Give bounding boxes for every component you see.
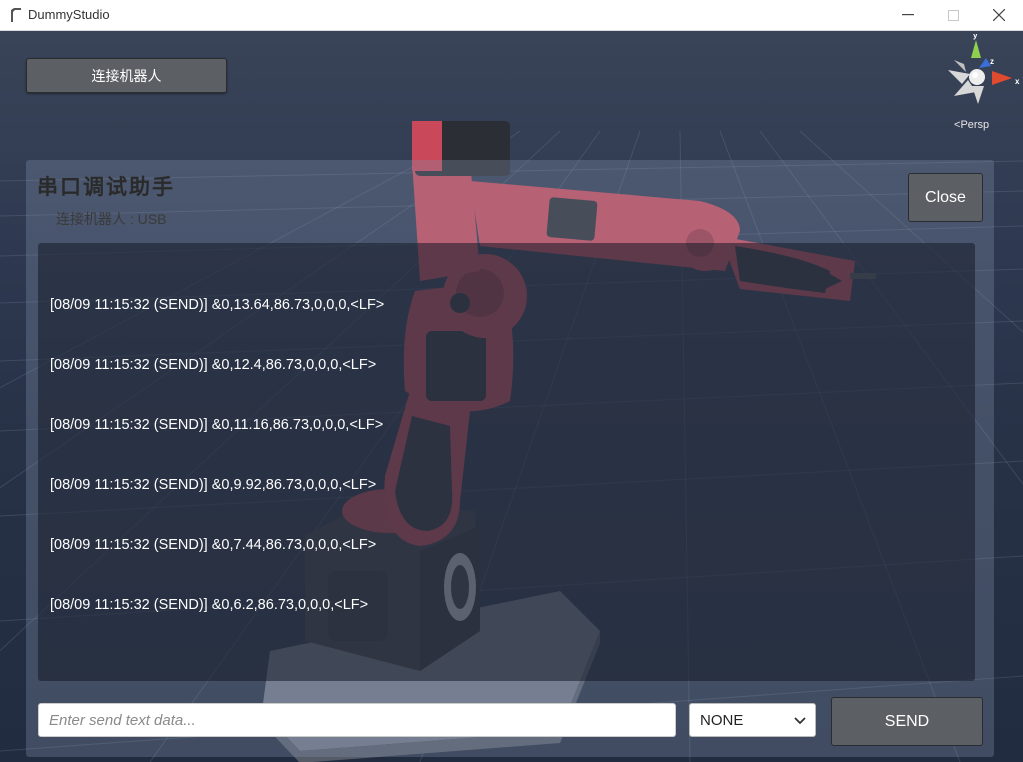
close-window-button[interactable] xyxy=(976,0,1022,30)
close-button[interactable]: Close xyxy=(908,173,983,222)
log-line: [08/09 11:15:32 (SEND)] &0,6.2,86.73,0,0… xyxy=(50,597,369,613)
chevron-down-icon xyxy=(794,717,806,725)
dropdown-selected-value: NONE xyxy=(700,712,744,729)
send-button[interactable]: SEND xyxy=(831,697,983,746)
log-line: [08/09 11:15:32 (SEND)] &0,13.64,86.73,0… xyxy=(50,297,385,313)
send-text-input[interactable] xyxy=(38,703,676,737)
gizmo-x-label: x xyxy=(1015,77,1020,86)
connect-robot-button[interactable]: 连接机器人 xyxy=(26,58,227,93)
log-line: [08/09 11:15:32 (SEND)] &0,9.92,86.73,0,… xyxy=(50,477,377,493)
window-title: DummyStudio xyxy=(28,7,110,22)
panel-title: 串口调试助手 xyxy=(37,176,175,199)
line-ending-dropdown[interactable]: NONE xyxy=(689,703,816,737)
projection-label: Persp xyxy=(960,119,990,131)
minimize-button[interactable] xyxy=(885,0,931,30)
log-line: [08/09 11:15:32 (SEND)] &0,11.16,86.73,0… xyxy=(50,417,384,433)
log-line: [08/09 11:15:32 (SEND)] &0,12.4,86.73,0,… xyxy=(50,357,377,373)
projection-toggle[interactable]: <Persp xyxy=(954,119,989,131)
log-line: [08/09 11:15:32 (SEND)] &0,7.44,86.73,0,… xyxy=(50,537,377,553)
maximize-button[interactable] xyxy=(930,0,976,30)
app-icon xyxy=(11,8,21,22)
connection-status: 连接机器人 : USB xyxy=(56,211,167,227)
gizmo-z-label: z xyxy=(990,57,994,66)
title-bar: DummyStudio xyxy=(0,0,1023,31)
gizmo-y-label: y xyxy=(973,34,978,40)
log-lines: [08/09 11:15:32 (SEND)] &0,13.64,86.73,0… xyxy=(50,255,384,635)
